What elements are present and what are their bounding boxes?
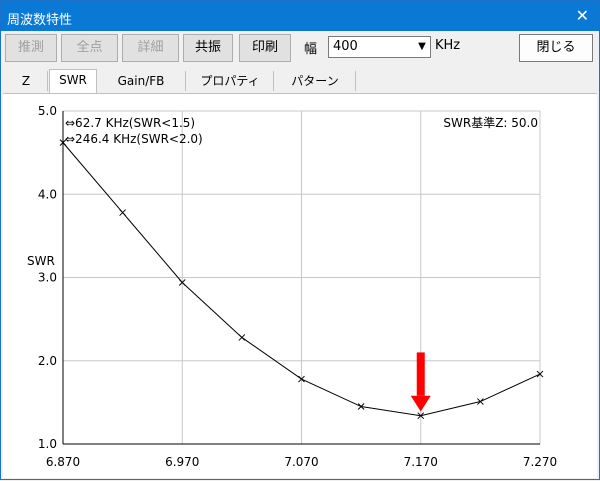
width-label: 幅 bbox=[304, 42, 318, 57]
min-swr-arrow-icon bbox=[410, 352, 431, 412]
window-title: 周波数特性 bbox=[7, 13, 73, 28]
y-tick-label: 1.0 bbox=[38, 437, 57, 451]
swr-chart: 6.870 6.970 7.070 7.170 7.270 5.0 4.0 3.0 2.0 1.0… bbox=[27, 104, 557, 469]
x-tick-label: 7.070 bbox=[284, 455, 318, 469]
y-tick-label: 5.0 bbox=[38, 104, 57, 118]
data-point-marker bbox=[119, 209, 126, 216]
chevron-down-icon[interactable]: ▼ bbox=[414, 37, 430, 57]
resonance-button[interactable]: 共振 bbox=[183, 34, 233, 62]
data-point-marker bbox=[238, 334, 246, 341]
x-tick-label: 6.870 bbox=[46, 455, 80, 469]
bandwidth-swr20-label: ⇔246.4 KHz(SWR<2.0) bbox=[65, 132, 203, 146]
y-tick-label: 3.0 bbox=[38, 271, 57, 285]
x-tick-label: 7.270 bbox=[523, 455, 557, 469]
y-tick-label: 2.0 bbox=[38, 354, 57, 368]
reference-impedance-label: SWR基準Z: 50.0 bbox=[443, 115, 538, 130]
toolbar: 推測 全点 詳細 共振 印刷 幅 KHz 閉じる bbox=[1, 31, 599, 65]
close-button[interactable]: 閉じる bbox=[519, 34, 593, 62]
y-tick-label: 4.0 bbox=[38, 187, 57, 201]
chart-panel: 6.870 6.970 7.070 7.170 7.270 5.0 4.0 3.0 2.0 1.0… bbox=[3, 93, 597, 478]
tab-swr[interactable]: SWR bbox=[49, 69, 97, 94]
title-bar: 周波数特性 ✕ bbox=[1, 1, 599, 31]
print-button[interactable]: 印刷 bbox=[239, 34, 291, 62]
tab-properties[interactable]: プロパティ bbox=[187, 71, 274, 91]
width-value: 400 bbox=[333, 39, 358, 54]
y-axis-label: SWR bbox=[27, 254, 55, 268]
frequency-window: 周波数特性 ✕ 推測 全点 詳細 共振 印刷 幅 KHz 閉じる 400 ▼ Z… bbox=[0, 0, 600, 480]
tab-gain-fb[interactable]: Gain/FB bbox=[97, 71, 186, 91]
x-tick-label: 6.970 bbox=[165, 455, 199, 469]
details-button[interactable]: 詳細 bbox=[122, 34, 179, 62]
unit-label: KHz bbox=[435, 38, 461, 53]
close-icon[interactable]: ✕ bbox=[576, 6, 589, 25]
all-points-button[interactable]: 全点 bbox=[61, 34, 118, 62]
x-tick-label: 7.170 bbox=[404, 455, 438, 469]
tab-z[interactable]: Z bbox=[5, 71, 48, 91]
estimate-button[interactable]: 推測 bbox=[5, 34, 57, 62]
tab-pattern[interactable]: パターン bbox=[275, 71, 356, 91]
bandwidth-swr15-label: ⇔62.7 KHz(SWR<1.5) bbox=[65, 116, 195, 130]
width-select[interactable]: 400 ▼ bbox=[328, 36, 431, 58]
tab-bar: Z SWR Gain/FB プロパティ パターン bbox=[1, 69, 599, 94]
